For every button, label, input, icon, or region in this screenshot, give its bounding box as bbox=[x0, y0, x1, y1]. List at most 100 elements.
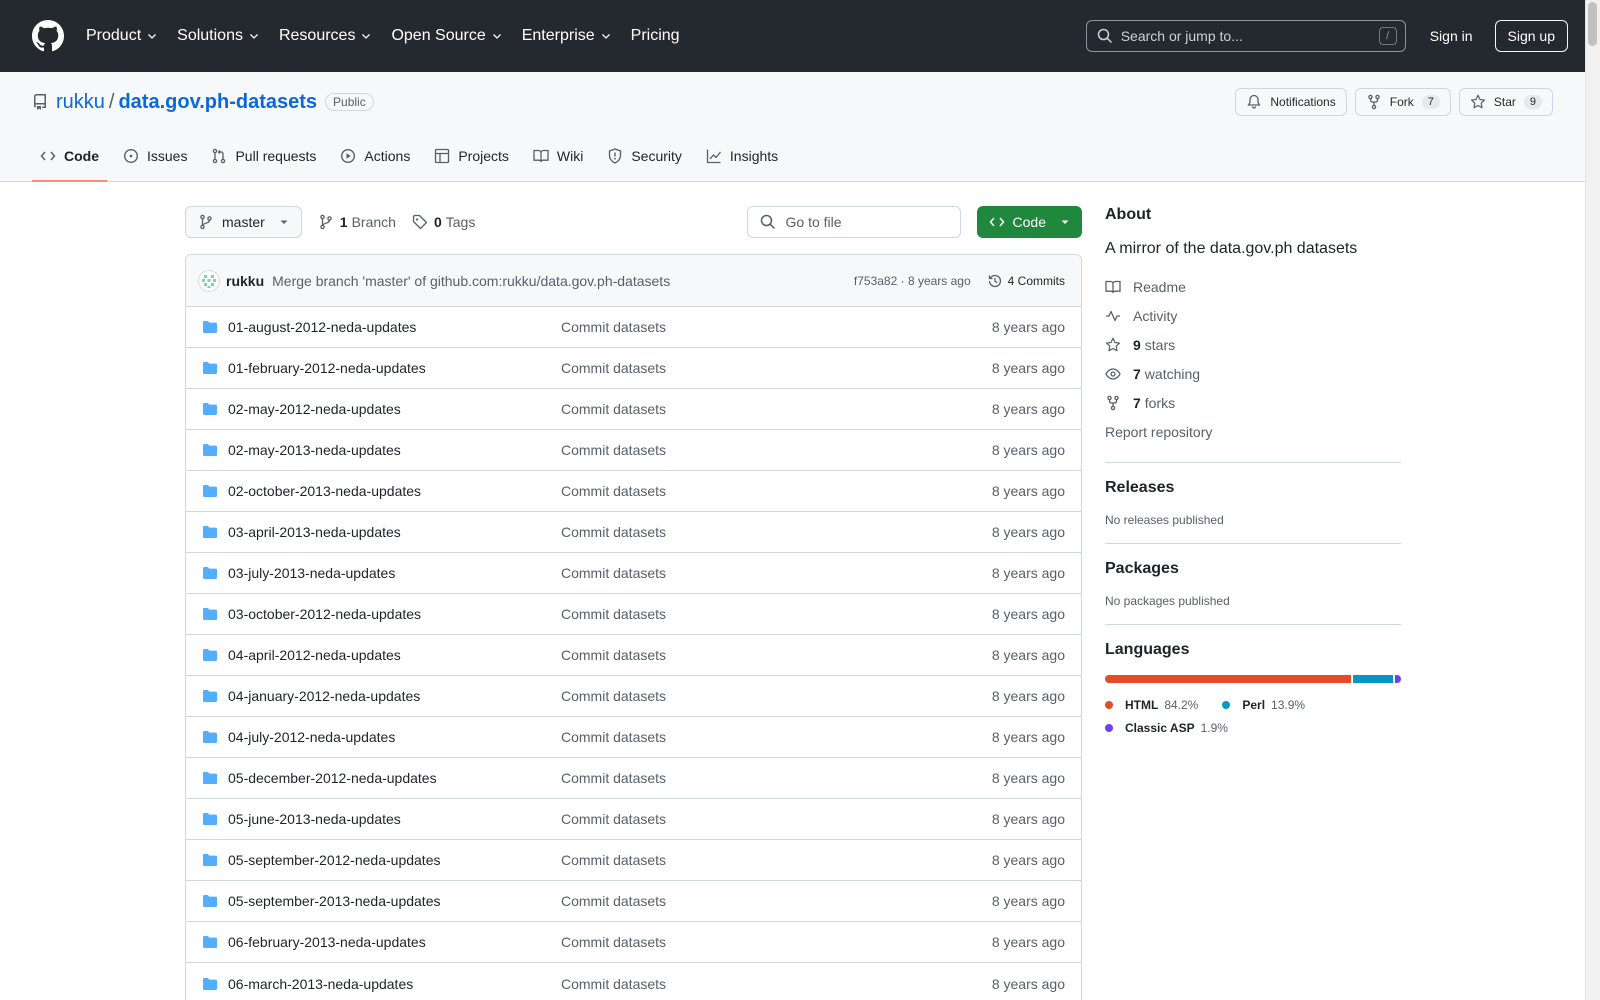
file-name-link[interactable]: 01-august-2012-neda-updates bbox=[228, 319, 561, 335]
sign-up-button[interactable]: Sign up bbox=[1494, 20, 1568, 52]
language-item[interactable]: HTML 84.2% bbox=[1105, 693, 1198, 716]
file-commit-date: 8 years ago bbox=[991, 893, 1065, 909]
table-row[interactable]: 02-may-2012-neda-updates Commit datasets 8… bbox=[186, 389, 1081, 430]
table-row[interactable]: 05-june-2013-neda-updates Commit datasets… bbox=[186, 799, 1081, 840]
commit-message[interactable]: Merge branch 'master' of github.com:rukk… bbox=[272, 273, 670, 289]
commit-sha-time[interactable]: f753a82 · 8 years ago bbox=[854, 274, 971, 288]
notifications-button[interactable]: Notifications bbox=[1235, 88, 1347, 116]
global-search-input[interactable]: Search or jump to... / bbox=[1085, 20, 1406, 52]
table-row[interactable]: 05-september-2013-neda-updates Commit dat… bbox=[186, 881, 1081, 922]
tab-insights[interactable]: Insights bbox=[698, 131, 786, 181]
language-item[interactable]: Classic ASP 1.9% bbox=[1105, 716, 1228, 739]
table-row[interactable]: 03-april-2013-neda-updates Commit dataset… bbox=[186, 512, 1081, 553]
tags-link[interactable]: 0 Tags bbox=[412, 214, 475, 230]
star-button[interactable]: Star 9 bbox=[1458, 88, 1553, 116]
file-commit-message[interactable]: Commit datasets bbox=[561, 565, 666, 581]
file-name-link[interactable]: 03-october-2012-neda-updates bbox=[228, 606, 561, 622]
table-row[interactable]: 05-december-2012-neda-updates Commit data… bbox=[186, 758, 1081, 799]
file-name-link[interactable]: 03-july-2013-neda-updates bbox=[228, 565, 561, 581]
nav-open-source[interactable]: Open Source bbox=[391, 27, 502, 45]
nav-enterprise[interactable]: Enterprise bbox=[522, 27, 612, 45]
file-name-link[interactable]: 02-may-2013-neda-updates bbox=[228, 442, 561, 458]
file-name-link[interactable]: 05-june-2013-neda-updates bbox=[228, 811, 561, 827]
file-commit-message[interactable]: Commit datasets bbox=[561, 360, 666, 376]
sign-in-link[interactable]: Sign in bbox=[1430, 28, 1473, 44]
stars-link[interactable]: 9 stars bbox=[1105, 330, 1401, 359]
table-row[interactable]: 04-july-2012-neda-updates Commit datasets… bbox=[186, 717, 1081, 758]
file-name-link[interactable]: 04-january-2012-neda-updates bbox=[228, 688, 561, 704]
file-commit-message[interactable]: Commit datasets bbox=[561, 483, 666, 499]
tab-actions[interactable]: Actions bbox=[332, 131, 418, 181]
github-logo-icon[interactable] bbox=[32, 20, 64, 52]
file-commit-message[interactable]: Commit datasets bbox=[561, 976, 666, 992]
file-commit-message[interactable]: Commit datasets bbox=[561, 729, 666, 745]
table-row[interactable]: 04-january-2012-neda-updates Commit datas… bbox=[186, 676, 1081, 717]
file-commit-message[interactable]: Commit datasets bbox=[561, 893, 666, 909]
file-commit-message[interactable]: Commit datasets bbox=[561, 442, 666, 458]
file-name-link[interactable]: 02-may-2012-neda-updates bbox=[228, 401, 561, 417]
file-name-link[interactable]: 05-december-2012-neda-updates bbox=[228, 770, 561, 786]
tab-security[interactable]: Security bbox=[599, 131, 690, 181]
table-row[interactable]: 01-february-2012-neda-updates Commit data… bbox=[186, 348, 1081, 389]
tab-code[interactable]: Code bbox=[32, 131, 107, 182]
tab-issues[interactable]: Issues bbox=[115, 131, 195, 181]
packages-heading[interactable]: Packages bbox=[1105, 560, 1401, 578]
commits-history-link[interactable]: 4 Commits bbox=[987, 273, 1065, 289]
file-name-link[interactable]: 01-february-2012-neda-updates bbox=[228, 360, 561, 376]
tab-wiki[interactable]: Wiki bbox=[525, 131, 591, 181]
file-commit-message[interactable]: Commit datasets bbox=[561, 852, 666, 868]
nav-solutions[interactable]: Solutions bbox=[177, 27, 260, 45]
nav-pricing[interactable]: Pricing bbox=[631, 27, 680, 45]
branch-select-button[interactable]: master bbox=[185, 206, 302, 238]
file-commit-message[interactable]: Commit datasets bbox=[561, 606, 666, 622]
file-commit-message[interactable]: Commit datasets bbox=[561, 647, 666, 663]
commit-author[interactable]: rukku bbox=[226, 273, 264, 289]
table-row[interactable]: 02-may-2013-neda-updates Commit datasets 8… bbox=[186, 430, 1081, 471]
table-row[interactable]: 01-august-2012-neda-updates Commit datase… bbox=[186, 307, 1081, 348]
releases-heading[interactable]: Releases bbox=[1105, 479, 1401, 497]
readme-link[interactable]: Readme bbox=[1105, 272, 1401, 301]
table-row[interactable]: 03-october-2012-neda-updates Commit datas… bbox=[186, 594, 1081, 635]
table-row[interactable]: 06-february-2013-neda-updates Commit data… bbox=[186, 922, 1081, 963]
go-to-file-input[interactable]: Go to file bbox=[746, 206, 961, 238]
file-name-link[interactable]: 05-september-2012-neda-updates bbox=[228, 852, 561, 868]
file-name-link[interactable]: 03-april-2013-neda-updates bbox=[228, 524, 561, 540]
file-name-link[interactable]: 02-october-2013-neda-updates bbox=[228, 483, 561, 499]
nav-product[interactable]: Product bbox=[86, 27, 158, 45]
file-name-link[interactable]: 04-july-2012-neda-updates bbox=[228, 729, 561, 745]
nav-resources[interactable]: Resources bbox=[279, 27, 372, 45]
file-name-link[interactable]: 06-march-2013-neda-updates bbox=[228, 976, 561, 992]
file-commit-message[interactable]: Commit datasets bbox=[561, 401, 666, 417]
branch-name: master bbox=[222, 214, 265, 230]
tab-projects[interactable]: Projects bbox=[426, 131, 517, 181]
forks-link[interactable]: 7 forks bbox=[1105, 388, 1401, 417]
file-commit-message[interactable]: Commit datasets bbox=[561, 770, 666, 786]
file-commit-message[interactable]: Commit datasets bbox=[561, 319, 666, 335]
table-row[interactable]: 06-march-2013-neda-updates Commit dataset… bbox=[186, 963, 1081, 1000]
avatar[interactable] bbox=[198, 269, 220, 292]
table-row[interactable]: 03-july-2013-neda-updates Commit datasets… bbox=[186, 553, 1081, 594]
fork-button[interactable]: Fork 7 bbox=[1354, 88, 1451, 116]
code-dropdown-button[interactable]: Code bbox=[976, 206, 1082, 238]
table-row[interactable]: 04-april-2012-neda-updates Commit dataset… bbox=[186, 635, 1081, 676]
file-commit-message[interactable]: Commit datasets bbox=[561, 811, 666, 827]
activity-link[interactable]: Activity bbox=[1105, 301, 1401, 330]
language-item[interactable]: Perl 13.9% bbox=[1222, 693, 1305, 716]
watching-link[interactable]: 7 watching bbox=[1105, 359, 1401, 388]
tab-pull-requests[interactable]: Pull requests bbox=[203, 131, 324, 181]
page-scrollbar[interactable] bbox=[1585, 0, 1600, 1000]
file-commit-message[interactable]: Commit datasets bbox=[561, 688, 666, 704]
table-row[interactable]: 02-october-2013-neda-updates Commit datas… bbox=[186, 471, 1081, 512]
branches-link[interactable]: 1 Branch bbox=[318, 214, 396, 230]
file-name-link[interactable]: 04-april-2012-neda-updates bbox=[228, 647, 561, 663]
file-commit-date: 8 years ago bbox=[991, 934, 1065, 950]
repo-owner-link[interactable]: rukku bbox=[56, 91, 105, 114]
file-name-link[interactable]: 06-february-2013-neda-updates bbox=[228, 934, 561, 950]
scrollbar-thumb[interactable] bbox=[1588, 2, 1597, 46]
file-name-link[interactable]: 05-september-2013-neda-updates bbox=[228, 893, 561, 909]
report-repository-link[interactable]: Report repository bbox=[1105, 417, 1401, 446]
repo-name-link[interactable]: data.gov.ph-datasets bbox=[118, 91, 317, 114]
file-commit-message[interactable]: Commit datasets bbox=[561, 934, 666, 950]
file-commit-message[interactable]: Commit datasets bbox=[561, 524, 666, 540]
table-row[interactable]: 05-september-2012-neda-updates Commit dat… bbox=[186, 840, 1081, 881]
